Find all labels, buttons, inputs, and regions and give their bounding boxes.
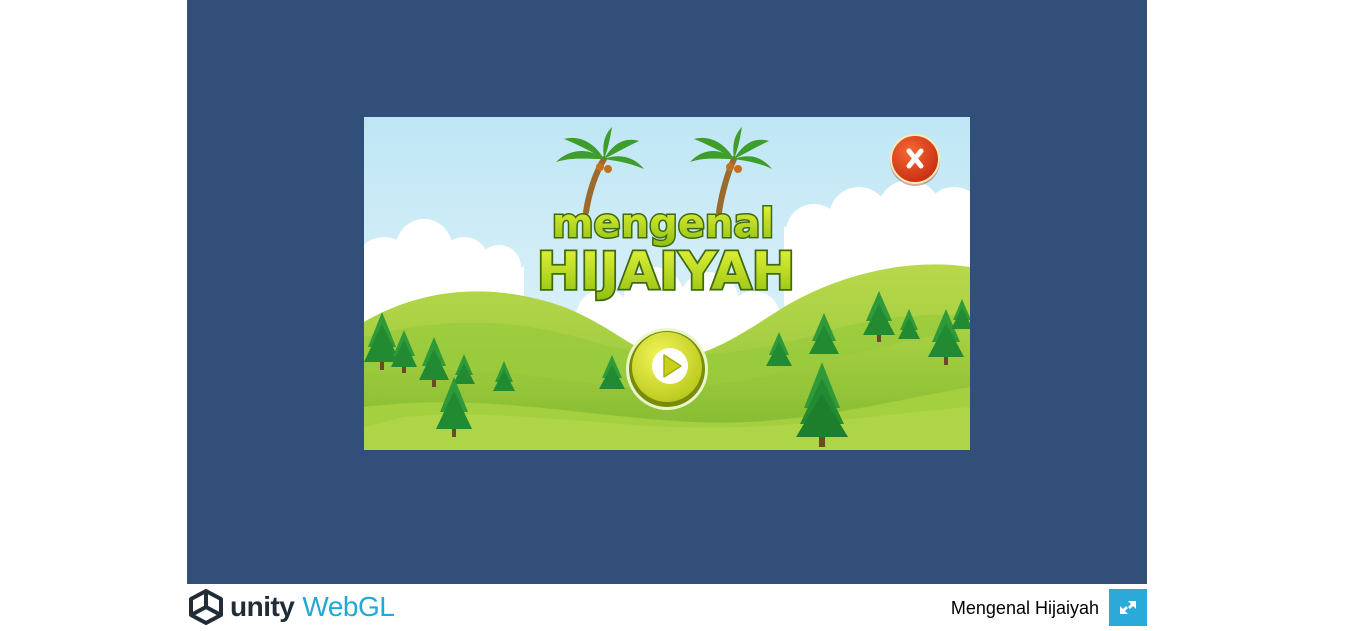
unity-canvas[interactable]: mengenal HIJAIYAH [187, 0, 1147, 584]
game-title: mengenal HIJAIYAH [535, 200, 797, 304]
build-title: Mengenal Hijaiyah [950, 598, 1099, 618]
title-line-1: mengenal [552, 201, 774, 247]
game-view[interactable]: mengenal HIJAIYAH [364, 117, 970, 450]
webgl-logo-text: WebGL [302, 591, 395, 622]
unity-cube-icon [189, 589, 223, 625]
play-button[interactable] [626, 328, 708, 410]
unity-webgl-logo: unity WebGL [187, 588, 395, 626]
play-icon [652, 348, 688, 384]
expand-arrows-icon [1120, 601, 1136, 614]
unity-container: mengenal HIJAIYAH unity WebGL Mengenal H… [187, 0, 1147, 627]
unity-footer: unity WebGL Mengenal Hijaiyah [187, 584, 1147, 627]
unity-logo-text: unity [230, 591, 295, 622]
close-button[interactable] [890, 134, 940, 186]
title-line-2: HIJAIYAH [537, 242, 795, 302]
fullscreen-button[interactable] [1109, 589, 1147, 626]
